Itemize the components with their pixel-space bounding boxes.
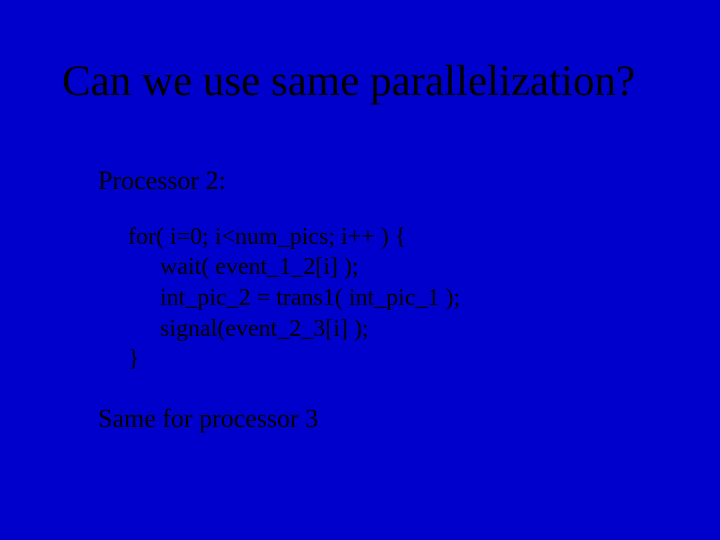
code-line: for( i=0; i<num_pics; i++ ) {: [128, 222, 660, 253]
slide-title: Can we use same parallelization?: [62, 58, 680, 105]
slide: Can we use same parallelization? Process…: [0, 0, 720, 540]
code-line: wait( event_1_2[i] );: [128, 252, 660, 283]
slide-body: Processor 2: for( i=0; i<num_pics; i++ )…: [98, 165, 660, 436]
code-line: int_pic_2 = trans1( int_pic_1 );: [128, 283, 660, 314]
processor-label: Processor 2:: [98, 165, 660, 198]
footer-text: Same for processor 3: [98, 403, 660, 436]
code-line: }: [128, 344, 660, 375]
code-line: signal(event_2_3[i] );: [128, 314, 660, 345]
code-block: for( i=0; i<num_pics; i++ ) { wait( even…: [128, 222, 660, 376]
